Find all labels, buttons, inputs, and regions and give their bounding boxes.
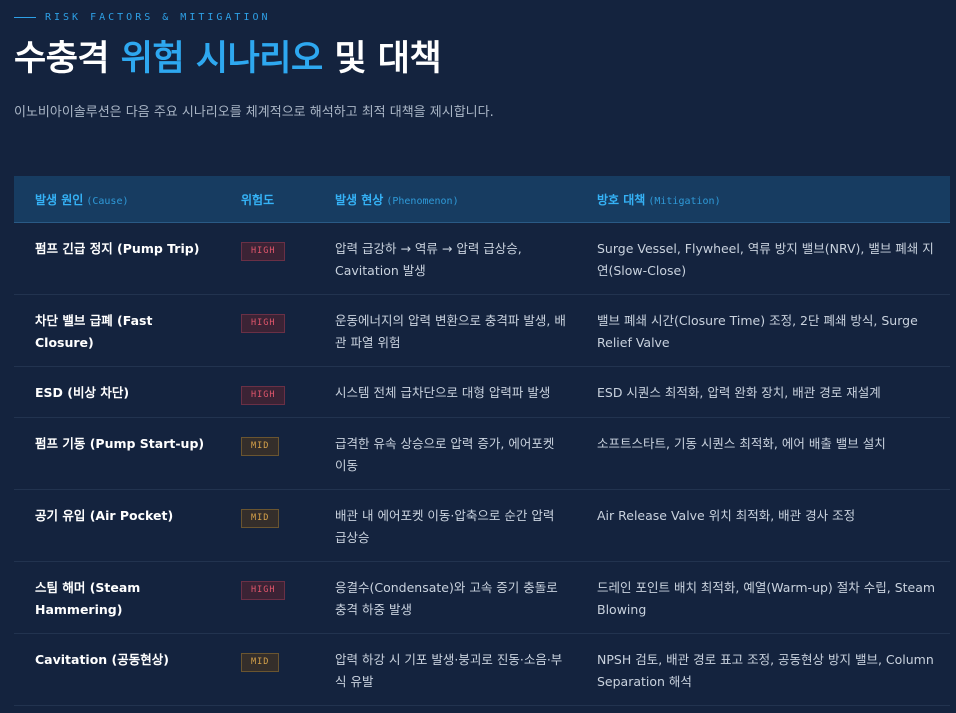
title-part1: 수충격 [14,39,121,79]
risk-badge: MID [241,437,280,456]
risk-cell: HIGH [220,294,314,367]
risk-badge: HIGH [241,581,286,600]
table-row: Cavitation (공동현상) MID 압력 하강 시 기포 발생·붕괴로 … [14,633,950,706]
column-header-cause: 발생 원인 (Cause) [14,176,220,223]
table-row: 차단 밸브 급폐 (Fast Closure) HIGH 운동에너지의 압력 변… [14,294,950,367]
title-part2: 및 대책 [322,39,442,79]
eyebrow-text: RISK FACTORS & MITIGATION [45,11,271,23]
risk-cell: HIGH [220,222,314,295]
risk-cell: MID [220,489,314,562]
cause-cell: 펌프 긴급 정지 (Pump Trip) [14,222,220,295]
mitigation-cell: Air Release Valve 위치 최적화, 배관 경사 조정 [576,489,950,562]
risk-cell: MID [220,417,314,490]
risk-badge: MID [241,509,280,528]
phenomenon-cell: 압력 하강 시 기포 발생·붕괴로 진동·소음·부식 유발 [314,633,576,706]
mitigation-cell: ESD 시퀀스 최적화, 압력 완화 장치, 배관 경로 재설계 [576,366,950,418]
eyebrow-line [14,16,36,18]
section-eyebrow: RISK FACTORS & MITIGATION [14,10,271,24]
mitigation-cell: NPSH 검토, 배관 경로 표고 조정, 공동현상 방지 밸브, Column… [576,633,950,706]
table-row: 스팀 해머 (Steam Hammering) HIGH 응결수(Condens… [14,561,950,634]
cause-cell: 펌프 기동 (Pump Start-up) [14,417,220,490]
column-header-mitigation: 방호 대책 (Mitigation) [576,176,950,223]
table-header-row: 발생 원인 (Cause) 위험도 발생 현상 (Phenomenon) 방호 대책… [14,176,950,223]
risk-cell: MID [220,633,314,706]
risk-badge: HIGH [241,386,286,405]
risk-table-container: 발생 원인 (Cause) 위험도 발생 현상 (Phenomenon) 방호 대책… [14,176,950,706]
table-row: 펌프 긴급 정지 (Pump Trip) HIGH 압력 급강하 → 역류 → … [14,222,950,295]
phenomenon-cell: 운동에너지의 압력 변환으로 충격파 발생, 배관 파열 위험 [314,294,576,367]
page-title: 수충격 위험 시나리오 및 대책 [14,34,442,84]
cause-cell: Cavitation (공동현상) [14,633,220,706]
cause-cell: 공기 유입 (Air Pocket) [14,489,220,562]
phenomenon-cell: 응결수(Condensate)와 고속 증기 충돌로 충격 하중 발생 [314,561,576,634]
risk-badge: HIGH [241,314,286,333]
page-subtitle: 이노비아이솔루션은 다음 주요 시나리오를 체계적으로 해석하고 최적 대책을 … [14,105,494,120]
phenomenon-cell: 압력 급강하 → 역류 → 압력 급상승, Cavitation 발생 [314,222,576,295]
title-accent: 위험 시나리오 [120,39,323,79]
phenomenon-cell: 배관 내 에어포켓 이동·압축으로 순간 압력 급상승 [314,489,576,562]
mitigation-cell: Surge Vessel, Flywheel, 역류 방지 밸브(NRV), 밸… [576,222,950,295]
mitigation-cell: 드레인 포인트 배치 최적화, 예열(Warm-up) 절차 수립, Steam… [576,561,950,634]
risk-cell: HIGH [220,366,314,418]
phenomenon-cell: 시스템 전체 급차단으로 대형 압력파 발생 [314,366,576,418]
column-header-phenomenon: 발생 현상 (Phenomenon) [314,176,576,223]
risk-badge: HIGH [241,242,286,261]
phenomenon-cell: 급격한 유속 상승으로 압력 증가, 에어포켓 이동 [314,417,576,490]
table-row: ESD (비상 차단) HIGH 시스템 전체 급차단으로 대형 압력파 발생 … [14,366,950,418]
risk-table: 발생 원인 (Cause) 위험도 발생 현상 (Phenomenon) 방호 대책… [14,176,950,706]
mitigation-cell: 밸브 폐쇄 시간(Closure Time) 조정, 2단 폐쇄 방식, Sur… [576,294,950,367]
risk-cell: HIGH [220,561,314,634]
table-row: 펌프 기동 (Pump Start-up) MID 급격한 유속 상승으로 압력… [14,417,950,490]
cause-cell: 스팀 해머 (Steam Hammering) [14,561,220,634]
risk-badge: MID [241,653,280,672]
column-header-risk: 위험도 [220,176,314,223]
cause-cell: ESD (비상 차단) [14,366,220,418]
mitigation-cell: 소프트스타트, 기동 시퀀스 최적화, 에어 배출 밸브 설치 [576,417,950,490]
table-row: 공기 유입 (Air Pocket) MID 배관 내 에어포켓 이동·압축으로… [14,489,950,562]
cause-cell: 차단 밸브 급폐 (Fast Closure) [14,294,220,367]
